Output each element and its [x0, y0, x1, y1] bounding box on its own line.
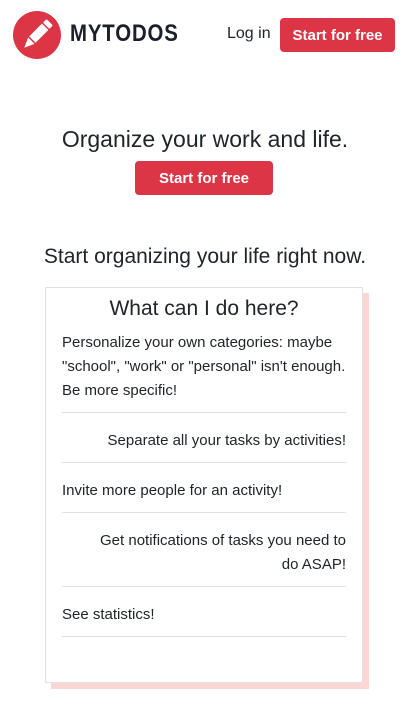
feature-item: Personalize your own categories: maybe "…: [62, 327, 346, 413]
brand-name[interactable]: MYTODOS: [70, 20, 179, 48]
feature-item: Invite more people for an activity!: [62, 463, 346, 513]
header-start-button[interactable]: Start for free: [280, 18, 395, 52]
features-card: What can I do here? Personalize your own…: [45, 287, 363, 683]
feature-item: See statistics!: [62, 587, 346, 637]
feature-item: Get notifications of tasks you need to d…: [62, 513, 346, 587]
section-subtitle: Start organizing your life right now.: [43, 245, 367, 268]
login-link[interactable]: Log in: [227, 25, 271, 43]
card-title: What can I do here?: [109, 297, 299, 320]
pencil-logo-icon[interactable]: [13, 11, 61, 59]
hero-title: Organize your work and life.: [61, 126, 349, 152]
hero-start-button[interactable]: Start for free: [135, 161, 273, 195]
feature-item: Separate all your tasks by activities!: [62, 413, 346, 463]
